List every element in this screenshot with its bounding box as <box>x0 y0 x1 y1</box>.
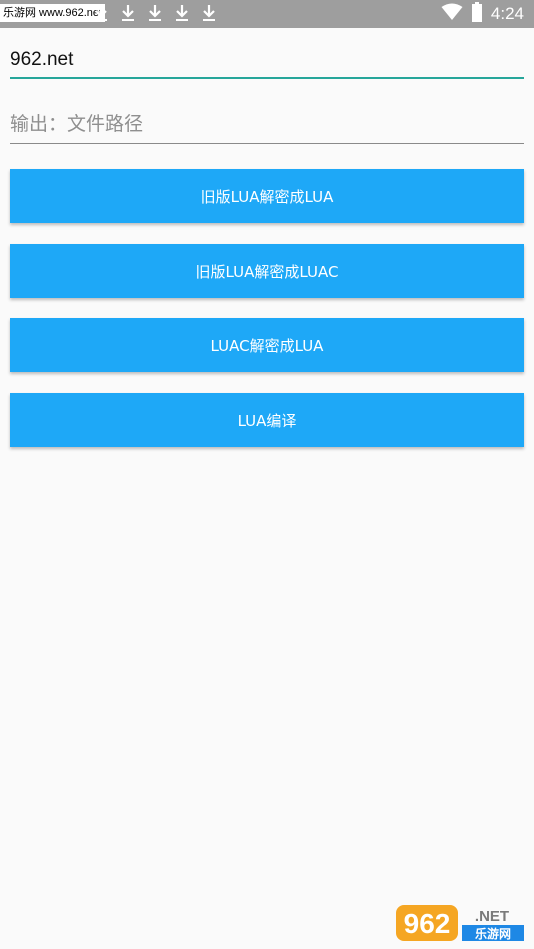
download-icon <box>119 3 137 23</box>
watermark-logo: 962 .NET 乐游网 <box>396 903 526 943</box>
logo-text: 乐游网 <box>475 926 511 941</box>
input-underline <box>10 77 524 79</box>
download-notifications <box>92 3 218 23</box>
decrypt-luac-to-lua-button[interactable]: LUAC解密成LUA <box>10 318 524 372</box>
logo-number: 962 <box>404 908 451 939</box>
compile-lua-button[interactable]: LUA编译 <box>10 393 524 447</box>
watermark-text: 乐游网 www.962.net <box>0 4 106 22</box>
logo-suffix: .NET <box>475 908 509 925</box>
download-icon <box>200 3 218 23</box>
output-field-container <box>10 111 524 144</box>
status-right: 4:24 <box>441 0 524 28</box>
download-icon <box>173 3 191 23</box>
wifi-icon <box>441 3 463 26</box>
decrypt-old-lua-to-luac-button[interactable]: 旧版LUA解密成LUAC <box>10 244 524 298</box>
status-bar: 乐游网 www.962.net 4:24 <box>0 0 534 28</box>
battery-icon <box>471 1 483 27</box>
input-text-field[interactable] <box>10 46 524 74</box>
output-path-field[interactable] <box>10 111 524 139</box>
input-field-container <box>10 46 524 79</box>
clock: 4:24 <box>490 4 524 23</box>
output-underline <box>10 143 524 144</box>
download-icon <box>146 3 164 23</box>
decrypt-old-lua-to-lua-button[interactable]: 旧版LUA解密成LUA <box>10 169 524 223</box>
download-icon <box>92 3 110 23</box>
